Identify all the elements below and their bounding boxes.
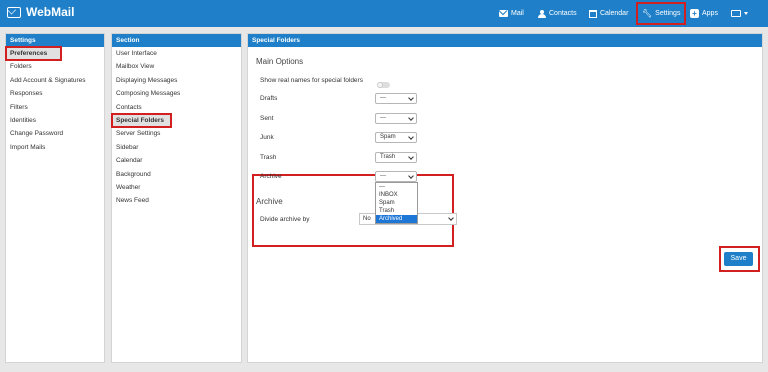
junk-select-value: Spam	[380, 134, 396, 140]
wrench-icon: 🔧︎	[642, 9, 653, 18]
drafts-select[interactable]: ---	[375, 93, 417, 104]
settings-panel: Settings Preferences Folders Add Account…	[5, 33, 105, 363]
nav-calendar-label: Calendar	[600, 10, 629, 17]
settings-item-preferences[interactable]: Preferences	[5, 45, 62, 62]
envelope-logo-icon	[7, 6, 21, 18]
chevron-down-icon	[408, 115, 414, 121]
settings-item-filters[interactable]: Filters	[6, 101, 104, 114]
settings-item-folders[interactable]: Folders	[6, 60, 104, 73]
app-title: WebMail	[26, 5, 75, 19]
divide-archive-label: Divide archive by	[260, 216, 310, 223]
settings-item-import-mails[interactable]: Import Mails	[6, 141, 104, 154]
section-item-calendar[interactable]: Calendar	[112, 154, 241, 167]
section-item-contacts[interactable]: Contacts	[112, 101, 241, 114]
divide-archive-value: No	[363, 216, 371, 222]
section-item-user-interface[interactable]: User Interface	[112, 47, 241, 60]
section-item-displaying-messages[interactable]: Displaying Messages	[112, 74, 241, 87]
nav-settings-label: Settings	[655, 10, 681, 17]
chevron-down-icon	[408, 154, 414, 160]
archive-section-heading: Archive	[256, 197, 283, 206]
settings-item-add-account[interactable]: Add Account & Signatures	[6, 74, 104, 87]
special-folders-panel: Special Folders Main Options Show real n…	[247, 33, 763, 363]
section-item-sidebar[interactable]: Sidebar	[112, 141, 241, 154]
save-button[interactable]: Save	[724, 252, 753, 266]
settings-panel-title: Settings	[6, 34, 104, 47]
section-item-composing-messages[interactable]: Composing Messages	[112, 87, 241, 100]
archive-select[interactable]: ---	[375, 171, 417, 182]
nav-mail[interactable]: Mail	[499, 0, 524, 27]
section-item-weather[interactable]: Weather	[112, 181, 241, 194]
nav-apps-label: Apps	[702, 10, 718, 17]
dropdown-option[interactable]: Trash	[376, 207, 417, 215]
nav-apps[interactable]: + Apps	[690, 0, 718, 27]
settings-item-identities[interactable]: Identities	[6, 114, 104, 127]
trash-select[interactable]: Trash	[375, 152, 417, 163]
archive-dropdown-list: --- INBOX Spam Trash Archived	[375, 182, 418, 224]
nav-mail-label: Mail	[511, 10, 524, 17]
section-panel: Section User Interface Mailbox View Disp…	[111, 33, 242, 363]
settings-item-responses[interactable]: Responses	[6, 87, 104, 100]
nav-contacts[interactable]: Contacts	[538, 0, 577, 27]
chevron-down-icon	[744, 12, 748, 15]
logo[interactable]: WebMail	[7, 5, 74, 19]
archive-select-value: ---	[380, 173, 386, 179]
apps-plus-icon: +	[690, 9, 699, 18]
main-options-heading: Main Options	[256, 57, 304, 66]
section-item-news-feed[interactable]: News Feed	[112, 194, 241, 207]
junk-label: Junk	[260, 134, 274, 141]
junk-select[interactable]: Spam	[375, 132, 417, 143]
trash-label: Trash	[260, 154, 277, 161]
chevron-down-icon	[408, 134, 414, 140]
sent-select-value: ---	[380, 115, 386, 121]
nav-settings[interactable]: 🔧︎ Settings	[636, 2, 687, 25]
section-item-server-settings[interactable]: Server Settings	[112, 127, 241, 140]
settings-item-change-password[interactable]: Change Password	[6, 127, 104, 140]
archive-label: Archive	[260, 173, 282, 180]
trash-select-value: Trash	[380, 154, 396, 160]
section-item-special-folders[interactable]: Special Folders	[111, 112, 172, 129]
drafts-label: Drafts	[260, 95, 278, 102]
chevron-down-icon	[408, 95, 414, 101]
display-menu[interactable]	[731, 0, 748, 27]
chevron-down-icon	[448, 215, 454, 221]
sent-select[interactable]: ---	[375, 113, 417, 124]
main-panel-title: Special Folders	[248, 34, 762, 47]
dropdown-option[interactable]: ---	[376, 183, 417, 191]
dropdown-option[interactable]: INBOX	[376, 191, 417, 199]
nav-contacts-label: Contacts	[549, 10, 577, 17]
show-real-names-toggle[interactable]	[377, 82, 390, 88]
nav-calendar[interactable]: Calendar	[589, 0, 628, 27]
monitor-icon	[731, 10, 741, 17]
mail-icon	[499, 10, 508, 17]
show-real-names-label: Show real names for special folders	[260, 77, 363, 84]
dropdown-option[interactable]: Spam	[376, 199, 417, 207]
dropdown-option-selected[interactable]: Archived	[376, 215, 417, 223]
calendar-icon	[589, 9, 597, 18]
section-panel-title: Section	[112, 34, 241, 47]
drafts-select-value: ---	[380, 95, 386, 101]
section-item-mailbox-view[interactable]: Mailbox View	[112, 60, 241, 73]
top-bar: WebMail Mail Contacts Calendar 🔧︎ Settin…	[0, 0, 768, 27]
section-item-background[interactable]: Background	[112, 168, 241, 181]
sent-label: Sent	[260, 115, 274, 122]
archive-highlight-box	[252, 174, 454, 247]
contacts-icon	[538, 9, 546, 18]
chevron-down-icon	[408, 173, 414, 179]
